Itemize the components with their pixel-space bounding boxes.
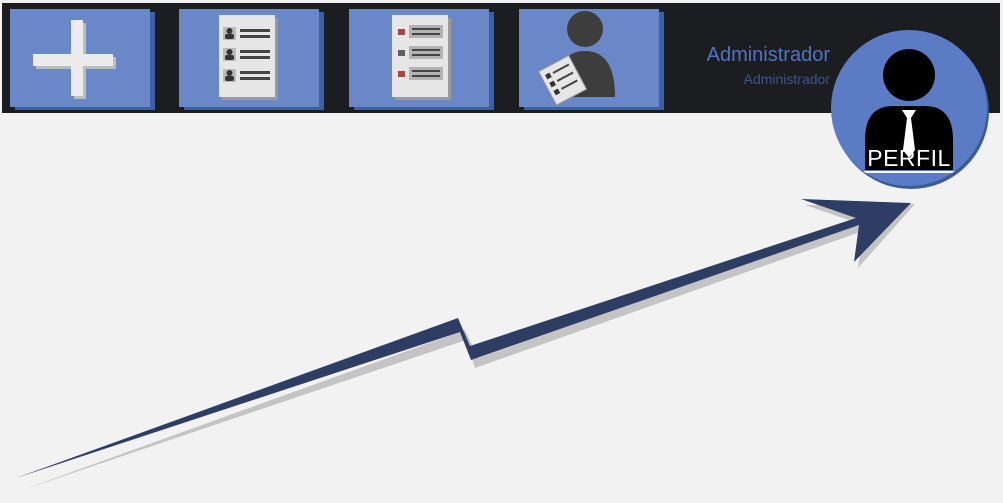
pointer-arrow [16, 199, 915, 490]
